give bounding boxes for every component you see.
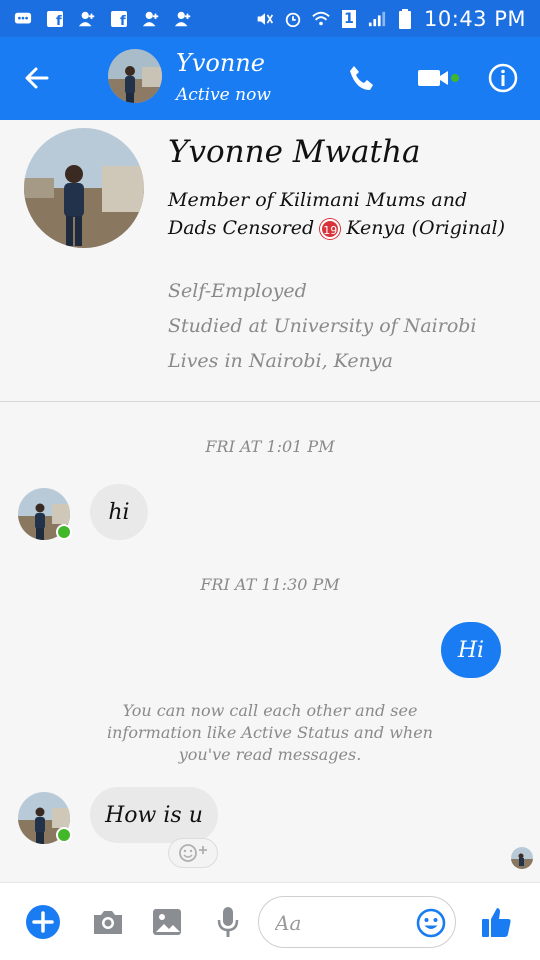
active-status: Active now [176, 85, 271, 105]
messenger-notification-icon [14, 10, 32, 28]
status-bar: f f 1 10:43 PM [0, 0, 540, 37]
friend-request-icon-3 [174, 10, 192, 28]
thumbs-up-icon [482, 908, 511, 937]
friend-request-icon [78, 10, 96, 28]
video-camera-icon [418, 70, 459, 86]
contact-name[interactable]: Yvonne [176, 49, 265, 77]
profile-location: Lives in Nairobi, Kenya [168, 350, 393, 372]
seen-indicator-avatar [511, 847, 533, 869]
camera-button[interactable] [89, 903, 127, 941]
message-input[interactable] [275, 907, 405, 939]
outgoing-message[interactable]: Hi [441, 622, 501, 678]
friend-request-icon-2 [142, 10, 160, 28]
more-actions-button[interactable] [24, 903, 62, 941]
info-button[interactable] [484, 59, 522, 97]
profile-education: Studied at University of Nairobi [168, 315, 477, 337]
emoji-icon [416, 908, 446, 938]
svg-text:f: f [56, 14, 62, 28]
profile-avatar[interactable] [24, 128, 144, 248]
call-button[interactable] [342, 59, 380, 97]
video-call-button[interactable] [414, 59, 464, 97]
svg-text:f: f [120, 14, 126, 28]
timestamp: FRI AT 1:01 PM [205, 437, 335, 456]
notification-icons: f f [14, 10, 192, 28]
age-19-badge-icon: 19 [320, 219, 341, 239]
profile-name: Yvonne Mwatha [168, 134, 421, 170]
signal-icon [368, 10, 386, 28]
header-avatar[interactable] [108, 49, 162, 103]
alarm-icon [284, 10, 302, 28]
conversation-header: Yvonne Active now [0, 37, 540, 120]
message-composer [0, 882, 540, 960]
facebook-notification-icon: f [46, 10, 64, 28]
facebook-notification-icon-2: f [110, 10, 128, 28]
info-icon [488, 63, 518, 93]
mute-icon [256, 10, 274, 28]
like-button[interactable] [478, 903, 516, 941]
back-button[interactable] [20, 61, 54, 95]
wifi-icon [312, 10, 330, 28]
group-membership[interactable]: Member of Kilimani Mums and Dads Censore… [168, 186, 508, 242]
message-input-wrapper [258, 896, 456, 948]
system-indicators: 1 10:43 PM [256, 7, 526, 31]
profile-card: Yvonne Mwatha Member of Kilimani Mums an… [0, 120, 540, 402]
plus-icon [26, 905, 60, 939]
profile-work: Self-Employed [168, 280, 307, 302]
online-indicator [56, 827, 72, 843]
voice-message-button[interactable] [209, 903, 247, 941]
sim-icon: 1 [340, 9, 358, 28]
membership-text-suffix: Kenya (Original) [346, 217, 506, 239]
online-indicator [56, 524, 72, 540]
microphone-icon [217, 907, 239, 937]
emoji-button[interactable] [413, 905, 449, 941]
gallery-button[interactable] [148, 903, 186, 941]
timestamp: FRI AT 11:30 PM [200, 575, 340, 594]
incoming-message[interactable]: How is u [90, 787, 218, 843]
reaction-emoji-icon [179, 844, 207, 862]
add-reaction-button[interactable] [168, 838, 218, 868]
phone-icon [350, 66, 373, 90]
image-icon [153, 909, 181, 935]
incoming-message[interactable]: hi [90, 484, 148, 540]
back-arrow-icon [25, 67, 49, 89]
camera-icon [94, 911, 122, 934]
clock: 10:43 PM [424, 6, 526, 31]
call-availability-notice: You can now call each other and see info… [107, 701, 433, 764]
battery-icon [396, 8, 414, 29]
